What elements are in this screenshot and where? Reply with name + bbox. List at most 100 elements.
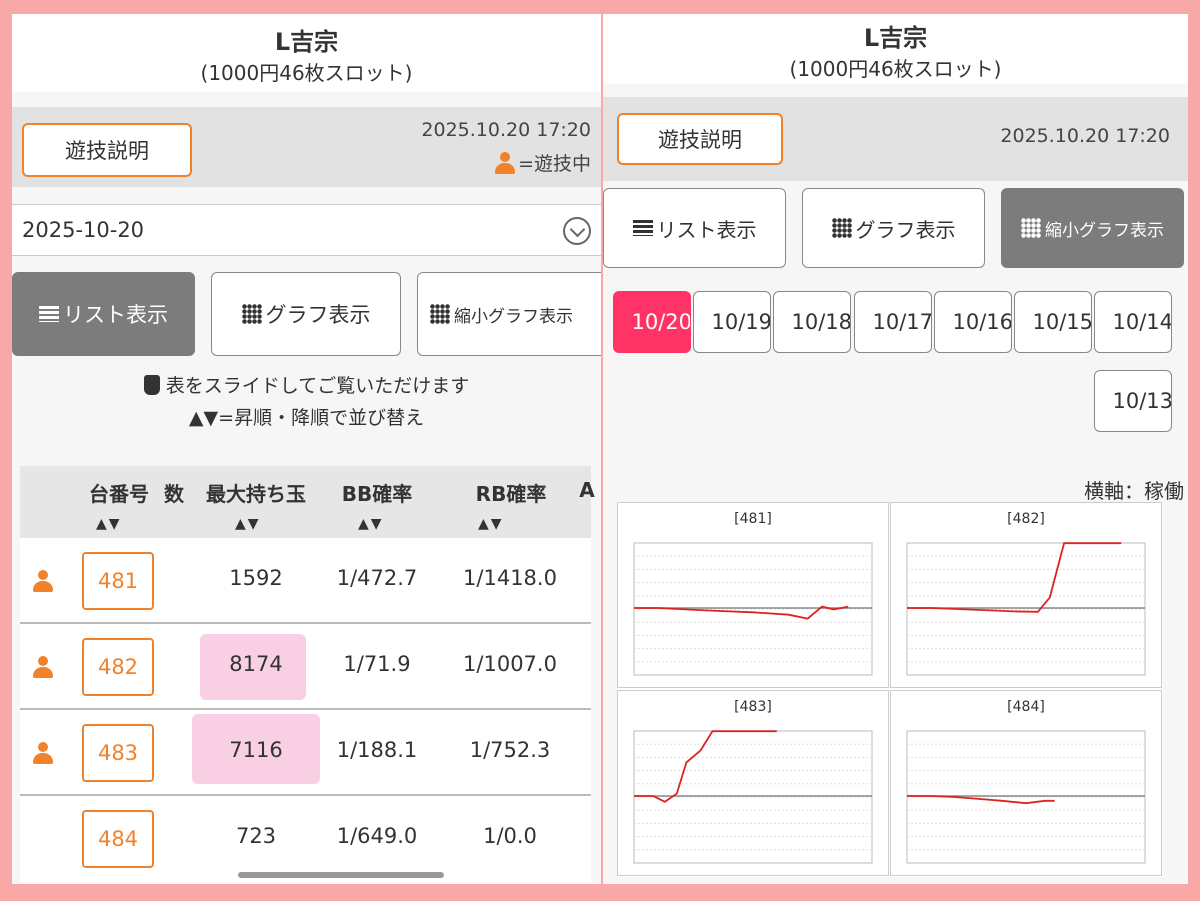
mini-graph-view-button[interactable]: 縮小グラフ表示	[1001, 188, 1184, 268]
rb-cell: 1/0.0	[483, 824, 537, 848]
date-tab-label: 10/17	[872, 310, 932, 334]
machine-number-button[interactable]: 484	[82, 810, 154, 868]
col-a[interactable]: A	[572, 478, 601, 502]
mini-graph-grid: [481] [482] [483] [484]	[617, 502, 1163, 877]
timestamp: 2025.10.20 17:20	[1000, 125, 1170, 147]
table-row: 481 1592 1/472.7 1/1418.0	[20, 538, 591, 624]
play-explanation-button[interactable]: 遊技説明	[22, 123, 192, 177]
list-view-label: リスト表示	[63, 303, 168, 327]
date-tab[interactable]: 10/16	[934, 291, 1012, 353]
info-bar: 遊技説明 2025.10.20 17:20	[603, 97, 1188, 181]
graph-cell-484[interactable]: [484]	[890, 690, 1162, 876]
bb-cell: 1/71.9	[343, 652, 411, 676]
col-bb[interactable]: BB確率	[322, 478, 432, 507]
sort-arrows[interactable]: ▲▼	[478, 516, 504, 532]
mini-graph-view-label: 縮小グラフ表示	[454, 306, 573, 327]
table-header: 台番号 数 最大持ち玉 BB確率 RB確率 A ▲▼ ▲▼ ▲▼ ▲▼	[20, 466, 595, 538]
chevron-down-icon	[563, 217, 591, 245]
date-select[interactable]: 2025-10-20	[12, 204, 601, 256]
date-tab[interactable]: 10/15	[1014, 291, 1092, 353]
max-balls-cell: 7116	[229, 738, 283, 762]
graph-view-button[interactable]: グラフ表示	[211, 272, 401, 356]
table-row: 484 723 1/649.0 1/0.0	[20, 796, 591, 882]
playing-legend: =遊技中	[494, 149, 591, 176]
plot-frame	[633, 730, 873, 864]
grid-icon	[430, 304, 450, 324]
col-rb[interactable]: RB確率	[448, 478, 574, 507]
grid-icon	[241, 304, 262, 324]
mini-graph-view-button[interactable]: 縮小グラフ表示	[417, 272, 601, 356]
slide-hint-text: 表をスライドしてご覧いただけます	[165, 375, 470, 397]
graph-plot	[633, 730, 873, 864]
date-tab-label: 10/15	[1032, 310, 1092, 334]
machine-subtitle: (1000円46枚スロット)	[200, 61, 413, 85]
col-count[interactable]: 数	[162, 478, 186, 507]
play-explanation-button[interactable]: 遊技説明	[617, 113, 783, 165]
balance-line	[907, 542, 1122, 613]
sort-hint: ▲▼=昇順・降順で並び替え	[188, 407, 425, 429]
graph-cell-482[interactable]: [482]	[890, 502, 1162, 688]
machine-number-button[interactable]: 481	[82, 552, 154, 610]
bb-cell: 1/649.0	[336, 824, 418, 848]
bb-cell: 1/188.1	[336, 738, 418, 762]
date-tab[interactable]: 10/19	[693, 291, 771, 353]
list-view-panel: L吉宗 (1000円46枚スロット) 遊技説明 2025.10.20 17:20…	[12, 14, 601, 884]
graph-view-label: グラフ表示	[265, 303, 371, 327]
date-select-value: 2025-10-20	[22, 218, 145, 242]
person-icon	[494, 151, 516, 174]
person-icon	[32, 656, 54, 678]
col-machine[interactable]: 台番号	[84, 478, 154, 507]
grid-icon	[1021, 218, 1041, 238]
date-tab[interactable]: 10/13	[1094, 370, 1172, 432]
machine-subtitle: (1000円46枚スロット)	[789, 57, 1002, 81]
sort-arrows[interactable]: ▲▼	[96, 516, 122, 532]
machine-number-button[interactable]: 482	[82, 638, 154, 696]
date-tab[interactable]: 10/20	[613, 291, 691, 353]
date-tab-label: 10/14	[1112, 310, 1172, 334]
date-tab-label: 10/16	[952, 310, 1012, 334]
date-tab-label: 10/20	[631, 310, 691, 334]
list-icon	[632, 220, 653, 236]
rb-cell: 1/1007.0	[463, 652, 557, 676]
person-icon	[32, 570, 54, 592]
graph-plot	[906, 542, 1146, 676]
max-balls-cell: 1592	[229, 566, 283, 590]
mini-graph-view-panel: L吉宗 (1000円46枚スロット) 遊技説明 2025.10.20 17:20…	[603, 14, 1188, 884]
date-tab-label: 10/18	[791, 310, 851, 334]
list-view-button[interactable]: リスト表示	[12, 272, 195, 356]
sort-arrows[interactable]: ▲▼	[235, 516, 261, 532]
graph-plot	[906, 730, 1146, 864]
mini-graph-view-label: 縮小グラフ表示	[1045, 220, 1164, 241]
data-table[interactable]: 台番号 数 最大持ち玉 BB確率 RB確率 A ▲▼ ▲▼ ▲▼ ▲▼ 481 …	[20, 466, 595, 882]
graph-cell-483[interactable]: [483]	[617, 690, 889, 876]
x-axis-label: 横軸：稼働	[1084, 479, 1184, 503]
date-tab[interactable]: 10/14	[1094, 291, 1172, 353]
list-icon	[39, 306, 59, 322]
bb-cell: 1/472.7	[336, 566, 418, 590]
balance-line	[634, 730, 777, 803]
list-view-label: リスト表示	[656, 217, 757, 242]
timestamp: 2025.10.20 17:20	[421, 119, 591, 141]
max-balls-cell: 723	[235, 824, 277, 848]
header: L吉宗 (1000円46枚スロット)	[12, 14, 601, 92]
date-tab[interactable]: 10/17	[854, 291, 932, 353]
slide-hint: 表をスライドしてご覧いただけます	[12, 370, 601, 402]
date-tab[interactable]: 10/18	[773, 291, 851, 353]
sort-arrows[interactable]: ▲▼	[358, 516, 384, 532]
rb-cell: 1/1418.0	[463, 566, 557, 590]
grid-icon	[831, 218, 852, 238]
list-view-button[interactable]: リスト表示	[603, 188, 786, 268]
col-max-balls[interactable]: 最大持ち玉	[194, 478, 318, 507]
graph-cell-481[interactable]: [481]	[617, 502, 889, 688]
horizontal-scrollbar[interactable]	[238, 872, 444, 878]
playing-legend-label: =遊技中	[518, 153, 591, 175]
max-balls-cell: 8174	[229, 652, 283, 676]
person-icon	[32, 742, 54, 764]
graph-view-button[interactable]: グラフ表示	[802, 188, 985, 268]
graph-view-label: グラフ表示	[855, 217, 956, 242]
rb-cell: 1/752.3	[469, 738, 551, 762]
graph-plot	[633, 542, 873, 676]
machine-number-button[interactable]: 483	[82, 724, 154, 782]
table-row: 483 7116 1/188.1 1/752.3	[20, 710, 591, 796]
date-tab-label: 10/13	[1112, 389, 1172, 413]
